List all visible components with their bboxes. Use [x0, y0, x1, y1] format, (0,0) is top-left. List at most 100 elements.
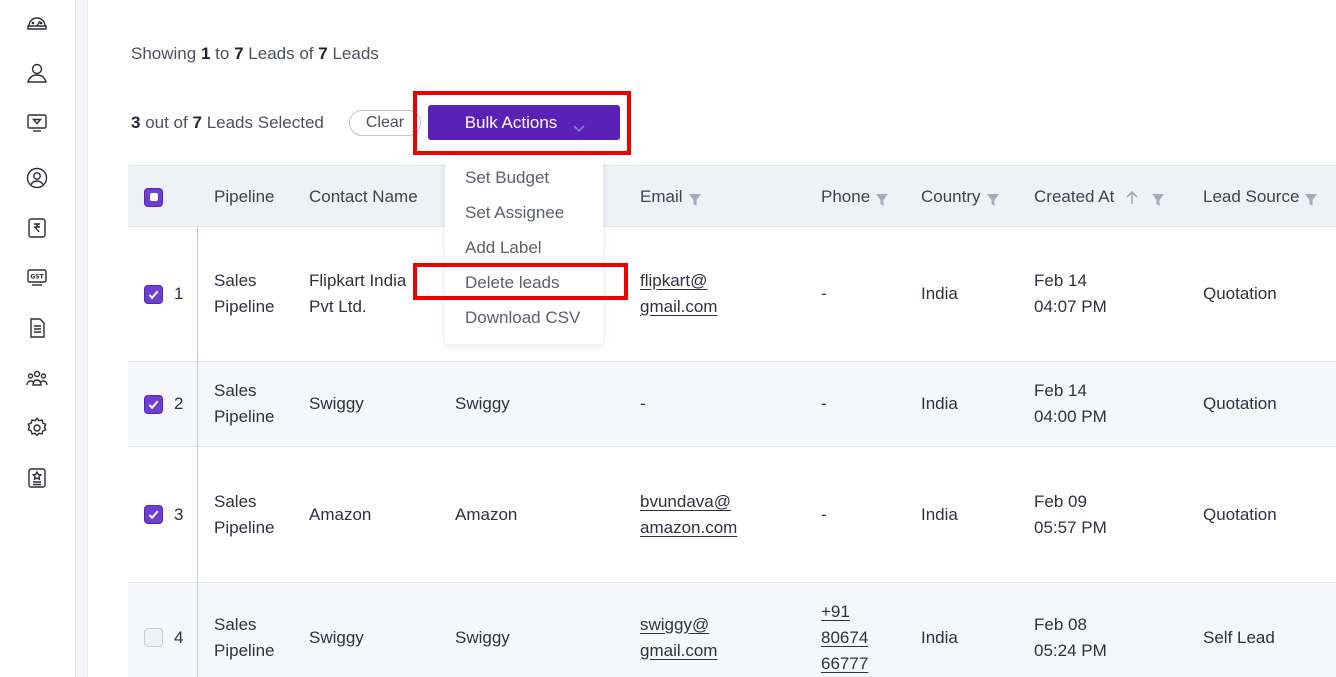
- column-phone[interactable]: Phone: [821, 166, 889, 228]
- row-checkbox[interactable]: [144, 447, 163, 582]
- select-all-checkbox[interactable]: [144, 166, 163, 228]
- user-icon[interactable]: [24, 60, 50, 86]
- header-fill: [603, 178, 615, 214]
- contact-name-cell[interactable]: Swiggy: [309, 583, 364, 677]
- row-number-text: 2: [174, 394, 184, 413]
- menu-item-set-budget[interactable]: Set Budget: [465, 168, 549, 188]
- user-circle-icon[interactable]: [24, 165, 50, 191]
- gear-icon[interactable]: [24, 415, 50, 441]
- contact-name-cell-text[interactable]: Flipkart India Pvt Ltd.: [309, 268, 406, 320]
- bulk-actions-menu: Set Budget Set Assignee Add Label Delete…: [445, 160, 603, 344]
- email-cell-text[interactable]: bvundava@ amazon.com: [640, 489, 737, 541]
- row-number-text: 4: [174, 627, 184, 647]
- row-checkbox[interactable]: [144, 362, 163, 446]
- country-cell: India: [921, 583, 958, 677]
- menu-item-download-csv[interactable]: Download CSV: [465, 308, 580, 328]
- country-cell: India: [921, 447, 958, 582]
- contact-name-cell[interactable]: Amazon: [309, 447, 371, 582]
- row-checkbox[interactable]: [144, 227, 163, 361]
- gst-icon[interactable]: GST: [24, 264, 50, 290]
- table-row[interactable]: 1 Sales Pipeline Flipkart India Pvt Ltd. fl…: [128, 227, 1336, 362]
- row-number-text: 3: [174, 504, 184, 524]
- row-number: 3: [174, 447, 183, 582]
- lead-source-cell-text: Quotation: [1203, 284, 1277, 303]
- column-pipeline[interactable]: Pipeline: [214, 166, 275, 228]
- table-row[interactable]: 3 Sales Pipeline Amazon Amazon bvundava@ ama…: [128, 447, 1336, 583]
- country-cell: India: [921, 227, 958, 361]
- email-cell-text: -: [640, 394, 646, 413]
- checkbox-checked-icon[interactable]: [144, 394, 163, 414]
- column-lead-source[interactable]: Lead Source: [1203, 166, 1318, 228]
- phone-cell[interactable]: +91 80674 66777: [821, 583, 868, 677]
- filter-icon[interactable]: [986, 191, 999, 206]
- phone-cell: -: [821, 447, 827, 582]
- lead-source-cell: Quotation: [1203, 362, 1277, 446]
- phone-cell-text: -: [821, 504, 827, 524]
- highlight-box-delete-leads: [413, 263, 628, 300]
- document-icon[interactable]: [24, 315, 50, 341]
- lead-source-cell: Quotation: [1203, 227, 1277, 361]
- contact-name-cell[interactable]: Flipkart India Pvt Ltd.: [309, 227, 406, 361]
- lead-source-cell: Quotation: [1203, 447, 1277, 582]
- checkbox-checked-icon[interactable]: [144, 284, 163, 304]
- row-checkbox[interactable]: [144, 583, 163, 677]
- phone-cell-text[interactable]: +91 80674 66777: [821, 599, 868, 677]
- row-number: 2: [174, 362, 183, 446]
- phone-cell-text: -: [821, 284, 827, 303]
- contact-name-cell[interactable]: Swiggy: [309, 362, 364, 446]
- company-name-cell-text: Swiggy: [455, 394, 510, 413]
- rupee-icon[interactable]: [24, 215, 50, 241]
- email-cell[interactable]: swiggy@ gmail.com: [640, 583, 717, 677]
- country-cell-text: India: [921, 627, 958, 647]
- clear-selection-button[interactable]: Clear: [349, 110, 421, 136]
- checkbox-checked-icon[interactable]: [144, 505, 163, 524]
- team-icon[interactable]: [24, 365, 50, 391]
- filter-icon[interactable]: [876, 191, 889, 206]
- email-cell: -: [640, 362, 646, 446]
- contact-name-cell-text[interactable]: Amazon: [309, 502, 371, 528]
- contact-name-cell-text[interactable]: Swiggy: [309, 625, 364, 651]
- lead-source-cell-text: Self Lead: [1203, 627, 1275, 647]
- country-cell: India: [921, 362, 958, 446]
- row-number: 4: [174, 583, 183, 677]
- created-at-cell-text: Feb 08 05:24 PM: [1034, 614, 1107, 660]
- menu-item-add-label[interactable]: Add Label: [465, 238, 542, 258]
- pipeline-cell: Sales Pipeline: [214, 362, 275, 446]
- pipeline-cell: Sales Pipeline: [214, 447, 275, 582]
- filter-icon[interactable]: [1152, 191, 1165, 206]
- phone-cell: -: [821, 227, 827, 361]
- column-divider: [197, 227, 198, 677]
- highlight-box-bulk-actions: [413, 91, 631, 155]
- email-cell[interactable]: flipkart@ gmail.com: [640, 227, 717, 361]
- filter-icon[interactable]: [1305, 191, 1318, 206]
- table-row[interactable]: 4 Sales Pipeline Swiggy Swiggy swiggy@ gmail…: [128, 583, 1336, 677]
- column-email[interactable]: Email: [640, 166, 701, 228]
- checkbox-unchecked-icon[interactable]: [144, 628, 163, 647]
- svg-text:GST: GST: [30, 274, 44, 281]
- company-name-cell: Swiggy: [455, 583, 510, 677]
- sort-up-icon[interactable]: [1126, 190, 1138, 204]
- presentation-icon[interactable]: [24, 110, 50, 136]
- created-at-cell: Feb 08 05:24 PM: [1034, 583, 1107, 677]
- dashboard-icon[interactable]: [24, 10, 50, 36]
- country-cell-text: India: [921, 504, 958, 524]
- company-name-cell-text: Swiggy: [455, 627, 510, 647]
- email-cell[interactable]: bvundava@ amazon.com: [640, 447, 737, 582]
- contact-name-cell-text[interactable]: Swiggy: [309, 391, 364, 417]
- company-name-cell: Amazon: [455, 447, 517, 582]
- created-at-cell-text: Feb 09 05:57 PM: [1034, 491, 1107, 537]
- company-name-cell: Swiggy: [455, 362, 510, 446]
- column-country[interactable]: Country: [921, 166, 999, 228]
- badge-icon[interactable]: [24, 465, 50, 491]
- email-cell-text[interactable]: swiggy@ gmail.com: [640, 612, 717, 664]
- results-summary: Showing 1 to 7 Leads of 7 Leads: [131, 44, 379, 63]
- column-created-at[interactable]: Created At: [1034, 166, 1165, 228]
- menu-item-set-assignee[interactable]: Set Assignee: [465, 203, 564, 223]
- table-row[interactable]: 2 Sales Pipeline Swiggy Swiggy - - India Feb 14…: [128, 362, 1336, 447]
- country-cell-text: India: [921, 284, 958, 303]
- created-at-cell: Feb 14 04:00 PM: [1034, 362, 1107, 446]
- phone-cell-text: -: [821, 394, 827, 413]
- email-cell-text[interactable]: flipkart@ gmail.com: [640, 268, 717, 320]
- filter-icon[interactable]: [688, 191, 701, 206]
- column-contact-name[interactable]: Contact Name: [309, 166, 418, 228]
